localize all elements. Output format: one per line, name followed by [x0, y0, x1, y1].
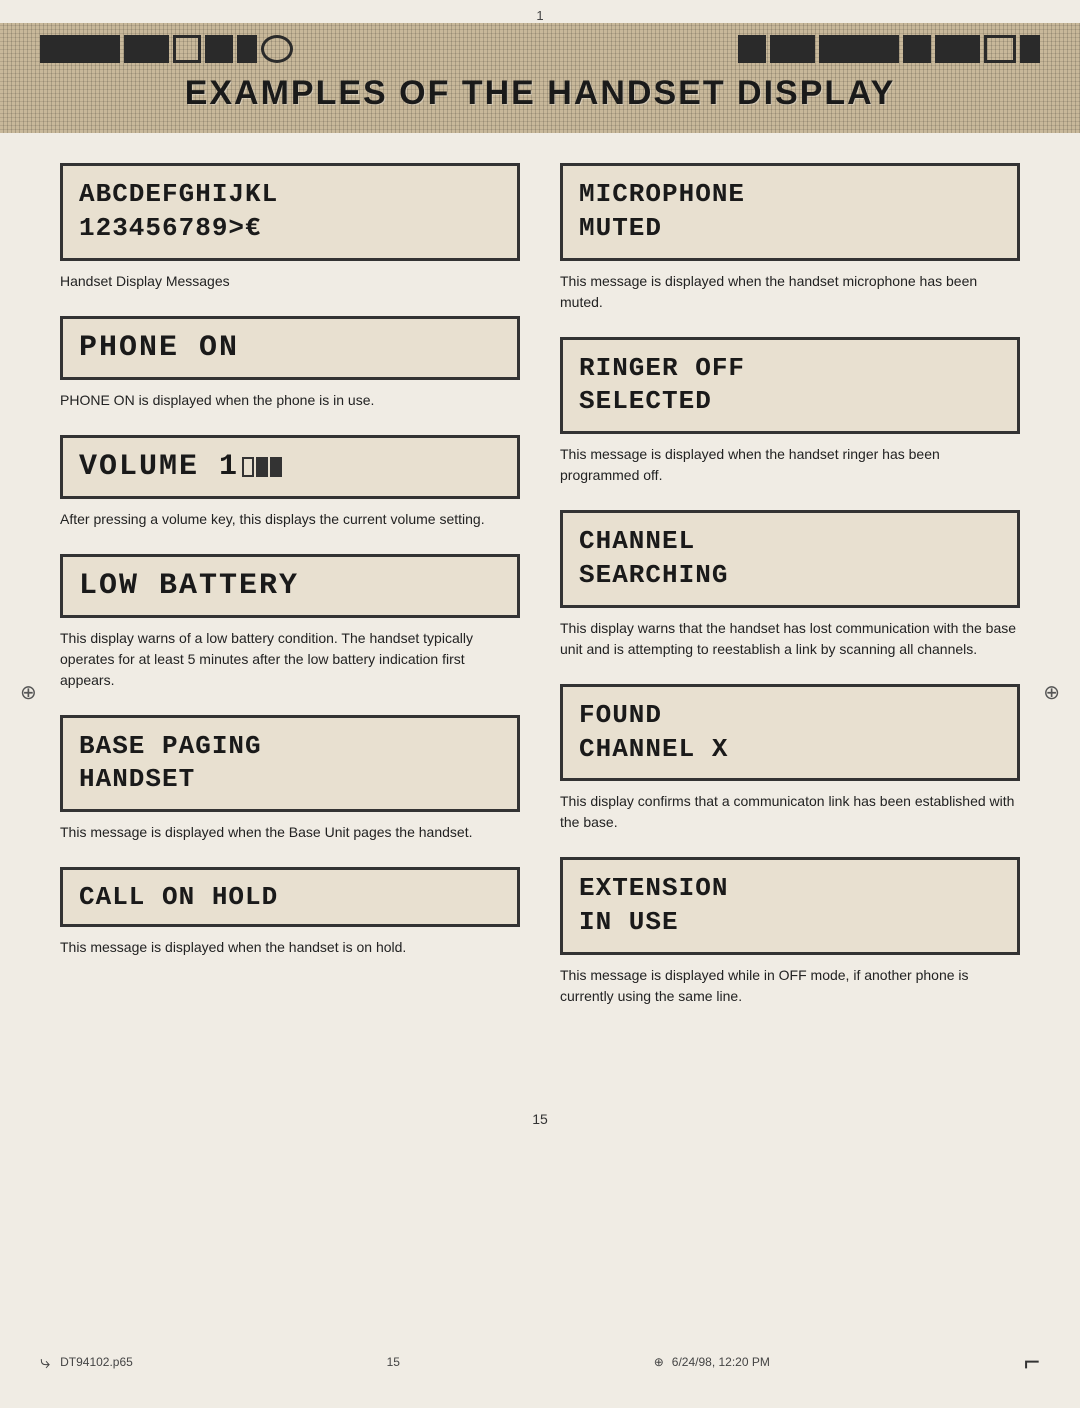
header-banner: EXAMPLES OF THE HANDSET DISPLAY: [0, 23, 1080, 133]
crosshair-left: ⊕: [20, 680, 37, 705]
ringer-off-display-box: RINGER OFF SELECTED: [560, 337, 1020, 435]
microphone-muted-section: MICROPHONE MUTED This message is display…: [560, 163, 1020, 313]
microphone-muted-line1: MICROPHONE: [579, 178, 745, 212]
right-column: MICROPHONE MUTED This message is display…: [560, 163, 1020, 1031]
channel-searching-line1: CHANNEL: [579, 525, 695, 559]
ringer-off-section: RINGER OFF SELECTED This message is disp…: [560, 337, 1020, 487]
volume-bar-1: [256, 457, 268, 477]
channel-searching-line2: SEARCHING: [579, 559, 728, 593]
base-paging-section: BASE PAGING HANDSET This message is disp…: [60, 715, 520, 844]
extension-in-use-section: EXTENSION IN USE This message is display…: [560, 857, 1020, 1007]
header-left-blocks: [40, 35, 293, 63]
call-on-hold-text: CALL ON HOLD: [79, 882, 278, 912]
extension-in-use-display-box: EXTENSION IN USE: [560, 857, 1020, 955]
header-block-2: [124, 35, 169, 63]
microphone-muted-display-box: MICROPHONE MUTED: [560, 163, 1020, 261]
char-display-line1: ABCDEFGHIJKL: [79, 178, 278, 212]
footer-right: ⊕ 6/24/98, 12:20 PM: [654, 1355, 770, 1369]
phone-on-display-box: PHONE ON: [60, 316, 520, 380]
footer-arrow-icon: ⤷: [40, 1352, 50, 1373]
footer-crosshair: ⊕: [654, 1355, 664, 1369]
header-block-r5: [935, 35, 980, 63]
header-decoration-blocks: [0, 31, 1080, 66]
channel-searching-display-box: CHANNEL SEARCHING: [560, 510, 1020, 608]
base-paging-line1: BASE PAGING: [79, 730, 262, 764]
volume-display-box: VOLUME 1: [60, 435, 520, 499]
phone-on-caption: PHONE ON is displayed when the phone is …: [60, 390, 520, 411]
page: 1 EXAMPLES OF THE: [0, 0, 1080, 1408]
low-battery-text: LOW BATTERY: [79, 569, 299, 603]
extension-in-use-line2: IN USE: [579, 906, 679, 940]
volume-bar-2: [270, 457, 282, 477]
ringer-off-caption: This message is displayed when the hands…: [560, 444, 1020, 486]
low-battery-section: LOW BATTERY This display warns of a low …: [60, 554, 520, 691]
base-paging-display-box: BASE PAGING HANDSET: [60, 715, 520, 813]
call-on-hold-display-box: CALL ON HOLD: [60, 867, 520, 927]
footer-center-page: 15: [387, 1355, 400, 1369]
call-on-hold-caption: This message is displayed when the hands…: [60, 937, 520, 958]
char-display-line2: 123456789>€: [79, 212, 262, 246]
page-number: 15: [0, 1111, 1080, 1127]
phone-on-text: PHONE ON: [79, 331, 239, 365]
phone-on-section: PHONE ON PHONE ON is displayed when the …: [60, 316, 520, 411]
header-block-r7: [1020, 35, 1040, 63]
char-display-box: ABCDEFGHIJKL 123456789>€: [60, 163, 520, 261]
footer: ⤷ DT94102.p65 15 ⊕ 6/24/98, 12:20 PM ⌐: [0, 1346, 1080, 1378]
header-block-5: [237, 35, 257, 63]
header-circle-1: [261, 35, 293, 63]
channel-searching-section: CHANNEL SEARCHING This display warns tha…: [560, 510, 1020, 660]
footer-doc-id: DT94102.p65: [60, 1355, 133, 1369]
header-block-1: [40, 35, 120, 63]
volume-caption: After pressing a volume key, this displa…: [60, 509, 520, 530]
header-right-blocks: [738, 35, 1040, 63]
call-on-hold-section: CALL ON HOLD This message is displayed w…: [60, 867, 520, 958]
crosshair-right: ⊕: [1043, 680, 1060, 705]
volume-section: VOLUME 1 After pressing a volume key, th…: [60, 435, 520, 530]
ringer-off-line1: RINGER OFF: [579, 352, 745, 386]
extension-in-use-caption: This message is displayed while in OFF m…: [560, 965, 1020, 1007]
base-paging-line2: HANDSET: [79, 763, 195, 797]
left-column: ABCDEFGHIJKL 123456789>€ Handset Display…: [60, 163, 520, 1031]
corner-bracket: ⌐: [1024, 1346, 1040, 1378]
header-block-r2: [770, 35, 815, 63]
footer-left: ⤷ DT94102.p65: [40, 1352, 133, 1373]
char-display-caption: Handset Display Messages: [60, 271, 520, 292]
footer-date: 6/24/98, 12:20 PM: [672, 1355, 770, 1369]
top-page-number: 1: [0, 0, 1080, 23]
found-channel-line1: FOUND: [579, 699, 662, 733]
volume-text: VOLUME 1: [79, 450, 239, 484]
main-content: ABCDEFGHIJKL 123456789>€ Handset Display…: [0, 133, 1080, 1091]
low-battery-caption: This display warns of a low battery cond…: [60, 628, 520, 691]
char-display-section: ABCDEFGHIJKL 123456789>€ Handset Display…: [60, 163, 520, 292]
header-block-r1: [738, 35, 766, 63]
low-battery-display-box: LOW BATTERY: [60, 554, 520, 618]
microphone-muted-caption: This message is displayed when the hands…: [560, 271, 1020, 313]
found-channel-section: FOUND CHANNEL X This display confirms th…: [560, 684, 1020, 834]
microphone-muted-line2: MUTED: [579, 212, 662, 246]
volume-bar-half: [242, 457, 254, 477]
channel-searching-caption: This display warns that the handset has …: [560, 618, 1020, 660]
header-block-r6: [984, 35, 1016, 63]
found-channel-line2: CHANNEL X: [579, 733, 728, 767]
header-block-3: [173, 35, 201, 63]
ringer-off-line2: SELECTED: [579, 385, 712, 419]
found-channel-display-box: FOUND CHANNEL X: [560, 684, 1020, 782]
header-block-r4: [903, 35, 931, 63]
base-paging-caption: This message is displayed when the Base …: [60, 822, 520, 843]
header-block-r3: [819, 35, 899, 63]
header-block-4: [205, 35, 233, 63]
extension-in-use-line1: EXTENSION: [579, 872, 728, 906]
found-channel-caption: This display confirms that a communicato…: [560, 791, 1020, 833]
page-title: EXAMPLES OF THE HANDSET DISPLAY: [185, 74, 896, 113]
